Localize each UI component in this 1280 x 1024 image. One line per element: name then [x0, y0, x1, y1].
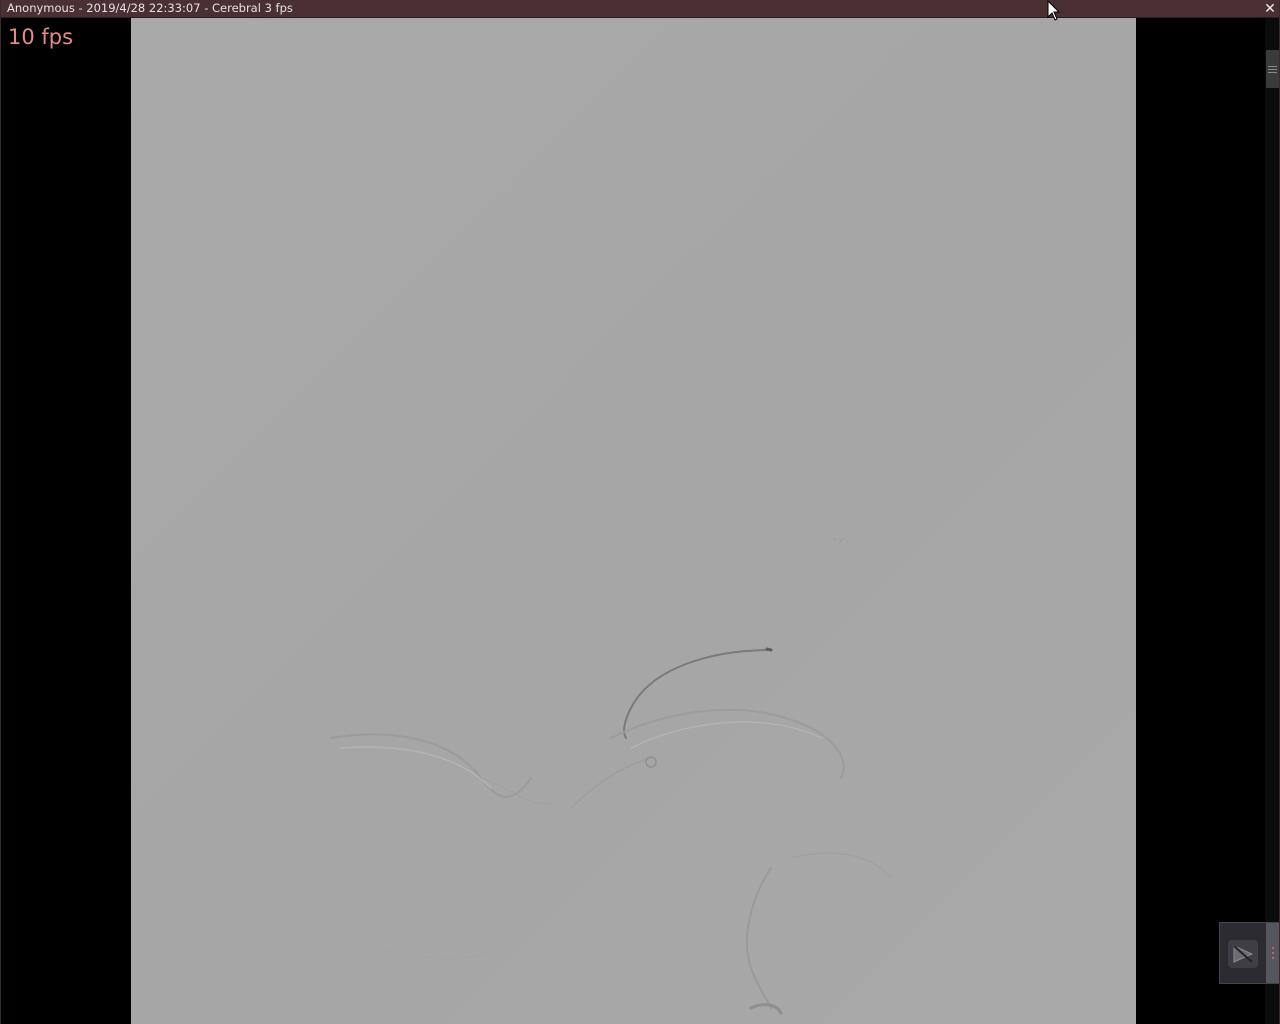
vertical-dots-icon [1272, 947, 1274, 949]
vertical-scrollbar[interactable] [1265, 18, 1279, 1024]
angiography-image [131, 18, 1136, 1024]
grip-icon [1268, 69, 1277, 70]
grip-icon [1268, 66, 1277, 67]
vertical-dots-icon [1272, 957, 1274, 959]
title-bar[interactable]: Anonymous - 2019/4/28 22:33:07 - Cerebra… [1, 0, 1279, 18]
mouse-cursor-icon [1047, 0, 1061, 21]
panel-menu-button[interactable] [1266, 923, 1279, 983]
scrollbar-thumb[interactable] [1266, 50, 1279, 88]
window-title: Anonymous - 2019/4/28 22:33:07 - Cerebra… [7, 1, 293, 15]
viewer-window: Anonymous - 2019/4/28 22:33:07 - Cerebra… [0, 0, 1280, 1024]
grip-icon [1268, 72, 1277, 73]
fps-indicator: 10 fps [8, 25, 74, 49]
close-icon[interactable]: ✕ [1261, 0, 1279, 18]
vertical-dots-icon [1272, 952, 1274, 954]
angiography-image-viewport[interactable] [131, 18, 1136, 1024]
playback-floating-panel [1219, 922, 1279, 984]
play-pause-icon [1233, 945, 1254, 963]
play-pause-button[interactable] [1228, 940, 1258, 968]
